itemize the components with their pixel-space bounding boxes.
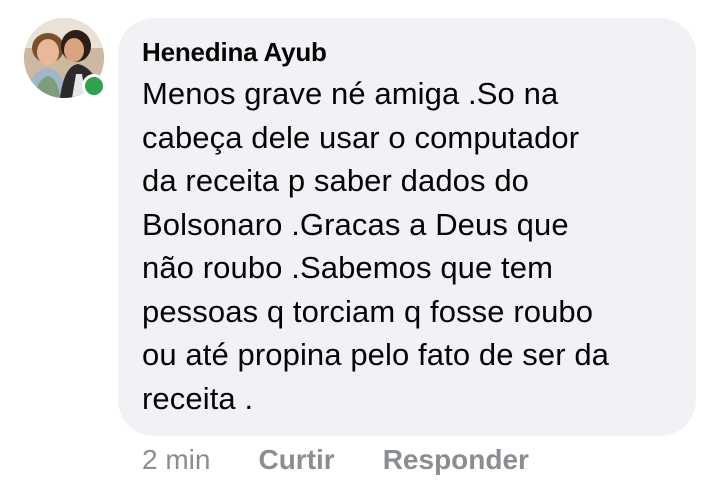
comment-text: Menos grave né amiga .So na cabeça dele … xyxy=(142,76,610,416)
comment: Henedina Ayub Menos grave né amiga .So n… xyxy=(0,0,720,490)
online-status-icon xyxy=(82,74,106,98)
reply-button[interactable]: Responder xyxy=(383,444,529,476)
comment-timestamp[interactable]: 2 min xyxy=(142,444,210,476)
author-name[interactable]: Henedina Ayub xyxy=(142,36,672,68)
avatar-container[interactable] xyxy=(24,18,106,100)
comment-actions: 2 min Curtir Responder xyxy=(142,440,577,480)
comment-bubble: Henedina Ayub Menos grave né amiga .So n… xyxy=(118,18,696,436)
like-button[interactable]: Curtir xyxy=(258,444,334,476)
